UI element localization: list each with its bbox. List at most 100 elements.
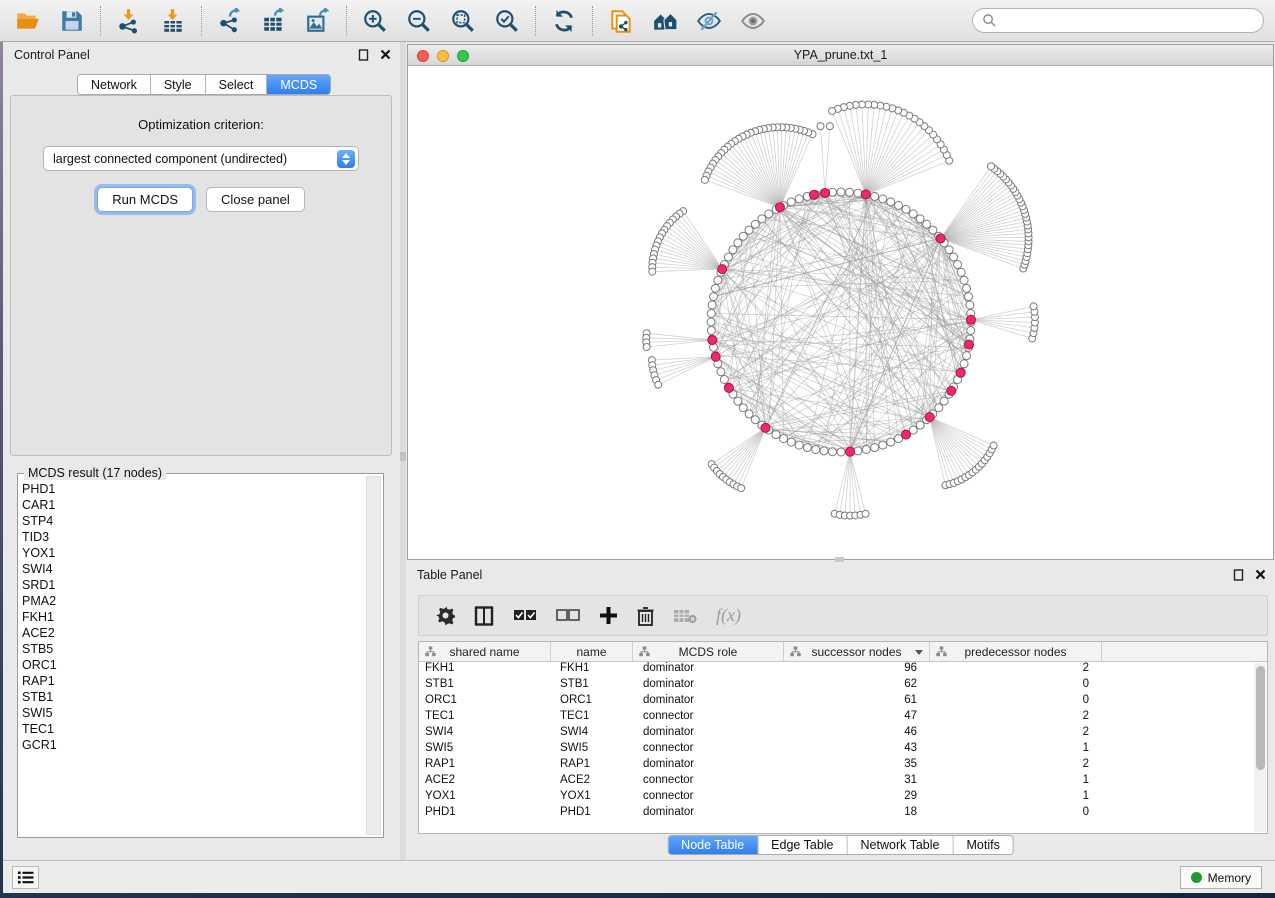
- zoom-fit-button[interactable]: [448, 6, 478, 36]
- tab-network[interactable]: Network: [78, 75, 151, 94]
- select-all-rows-button[interactable]: [513, 603, 537, 629]
- import-network-button[interactable]: [114, 6, 144, 36]
- import-table-button[interactable]: [158, 6, 188, 36]
- clone-network-button[interactable]: [606, 6, 636, 36]
- function-builder-button[interactable]: f(x): [716, 603, 741, 629]
- column-header-filler: [1102, 642, 1265, 661]
- zoom-out-button[interactable]: [404, 6, 434, 36]
- cell-MCDS-role: dominator: [633, 806, 784, 822]
- cell-successor-nodes: 62: [784, 678, 930, 694]
- float-table-panel-button[interactable]: [1232, 568, 1245, 581]
- cell-predecessor-nodes: 0: [930, 694, 1102, 710]
- table-row[interactable]: ORC1ORC1dominator610: [419, 694, 1267, 710]
- column-header-predecessor-nodes[interactable]: predecessor nodes: [930, 642, 1102, 661]
- mcds-result-item[interactable]: ACE2: [22, 625, 363, 641]
- window-minimize-button[interactable]: [437, 50, 449, 62]
- mcds-result-item[interactable]: ORC1: [22, 657, 363, 673]
- home-button[interactable]: [650, 6, 680, 36]
- table-row[interactable]: STB1STB1dominator620: [419, 678, 1267, 694]
- export-image-button[interactable]: [303, 6, 333, 36]
- memory-button[interactable]: Memory: [1180, 866, 1262, 889]
- table-row[interactable]: FKH1FKH1dominator962: [419, 662, 1267, 678]
- sort-desc-icon: [915, 650, 923, 655]
- mcds-result-item[interactable]: YOX1: [22, 545, 363, 561]
- search-input[interactable]: [997, 11, 1263, 31]
- mcds-result-item[interactable]: CAR1: [22, 497, 363, 513]
- mcds-result-item[interactable]: PMA2: [22, 593, 363, 609]
- zoom-in-button[interactable]: [360, 6, 390, 36]
- mcds-result-item[interactable]: TEC1: [22, 721, 363, 737]
- main-toolbar: [0, 0, 1275, 42]
- mcds-result-item[interactable]: SRD1: [22, 577, 363, 593]
- close-panel-button[interactable]: [379, 48, 392, 61]
- column-header-shared-name[interactable]: shared name: [419, 642, 551, 661]
- table-tab-network-table[interactable]: Network Table: [848, 836, 954, 854]
- hide-selected-button[interactable]: [694, 6, 724, 36]
- column-header-MCDS-role[interactable]: MCDS role: [633, 642, 784, 661]
- mcds-result-item[interactable]: STP4: [22, 513, 363, 529]
- table-row[interactable]: PHD1PHD1dominator180: [419, 806, 1267, 822]
- window-close-button[interactable]: [417, 50, 429, 62]
- mcds-result-item[interactable]: SWI4: [22, 561, 363, 577]
- optimization-select[interactable]: largest connected component (undirected): [43, 146, 359, 171]
- network-view[interactable]: [408, 66, 1273, 559]
- delete-column-button[interactable]: [637, 603, 654, 629]
- zoom-selected-button[interactable]: [492, 6, 522, 36]
- create-column-button[interactable]: [599, 603, 618, 629]
- mcds-result-item[interactable]: GCR1: [22, 737, 363, 753]
- network-window-titlebar[interactable]: YPA_prune.txt_1: [408, 45, 1273, 66]
- table-row[interactable]: YOX1YOX1connector291: [419, 790, 1267, 806]
- cell-successor-nodes: 96: [784, 662, 930, 678]
- tab-mcds[interactable]: MCDS: [267, 75, 330, 94]
- column-header-successor-nodes[interactable]: successor nodes: [784, 642, 930, 661]
- close-table-panel-button[interactable]: [1254, 568, 1267, 581]
- cell-shared-name: TEC1: [419, 710, 551, 726]
- mcds-result-item[interactable]: SWI5: [22, 705, 363, 721]
- cell-predecessor-nodes: 1: [930, 774, 1102, 790]
- close-icon: [380, 49, 391, 60]
- mcds-result-item[interactable]: TID3: [22, 529, 363, 545]
- close-mcds-panel-button[interactable]: Close panel: [206, 187, 305, 212]
- deselect-all-rows-button[interactable]: [556, 603, 580, 629]
- tab-select[interactable]: Select: [206, 75, 268, 94]
- node-table-header: shared name name MCDS rolesuccessor nodesp…: [419, 642, 1267, 662]
- open-session-button[interactable]: [13, 6, 43, 36]
- export-table-button[interactable]: [259, 6, 289, 36]
- mcds-result-item[interactable]: RAP1: [22, 673, 363, 689]
- tab-style[interactable]: Style: [151, 75, 206, 94]
- save-session-button[interactable]: [57, 6, 87, 36]
- window-zoom-button[interactable]: [457, 50, 469, 62]
- mcds-result-item[interactable]: PHD1: [22, 481, 363, 497]
- mcds-result-item[interactable]: FKH1: [22, 609, 363, 625]
- refresh-layout-button[interactable]: [549, 6, 579, 36]
- mcds-result-item[interactable]: STB5: [22, 641, 363, 657]
- import-network-icon: [116, 8, 142, 34]
- show-all-button[interactable]: [738, 6, 768, 36]
- table-tab-edge-table[interactable]: Edge Table: [758, 836, 847, 854]
- run-mcds-button[interactable]: Run MCDS: [97, 187, 193, 212]
- table-settings-button[interactable]: [436, 603, 455, 629]
- table-row[interactable]: SWI5SWI5connector431: [419, 742, 1267, 758]
- table-row[interactable]: SWI4SWI4dominator462: [419, 726, 1267, 742]
- status-bar: Memory: [3, 860, 1275, 893]
- table-scrollbar[interactable]: [1254, 663, 1266, 832]
- table-row[interactable]: ACE2ACE2connector311: [419, 774, 1267, 790]
- memory-label: Memory: [1208, 871, 1251, 885]
- result-list-scrollbar[interactable]: [366, 476, 381, 835]
- mcds-result-item[interactable]: STB1: [22, 689, 363, 705]
- show-columns-button[interactable]: [474, 603, 494, 629]
- column-header-label: name: [576, 645, 606, 659]
- task-history-button[interactable]: [12, 866, 39, 889]
- table-scrollbar-thumb[interactable]: [1256, 666, 1265, 770]
- delete-table-button[interactable]: [673, 603, 697, 629]
- export-image-icon: [305, 8, 331, 34]
- table-tab-node-table[interactable]: Node Table: [668, 836, 758, 854]
- export-network-button[interactable]: [215, 6, 245, 36]
- table-row[interactable]: TEC1TEC1connector472: [419, 710, 1267, 726]
- table-tab-motifs[interactable]: Motifs: [953, 836, 1012, 854]
- houses-icon: [652, 8, 678, 34]
- trash-icon: [637, 606, 654, 626]
- column-header-name[interactable]: name: [551, 642, 633, 661]
- float-panel-button[interactable]: [357, 48, 370, 61]
- table-row[interactable]: RAP1RAP1dominator352: [419, 758, 1267, 774]
